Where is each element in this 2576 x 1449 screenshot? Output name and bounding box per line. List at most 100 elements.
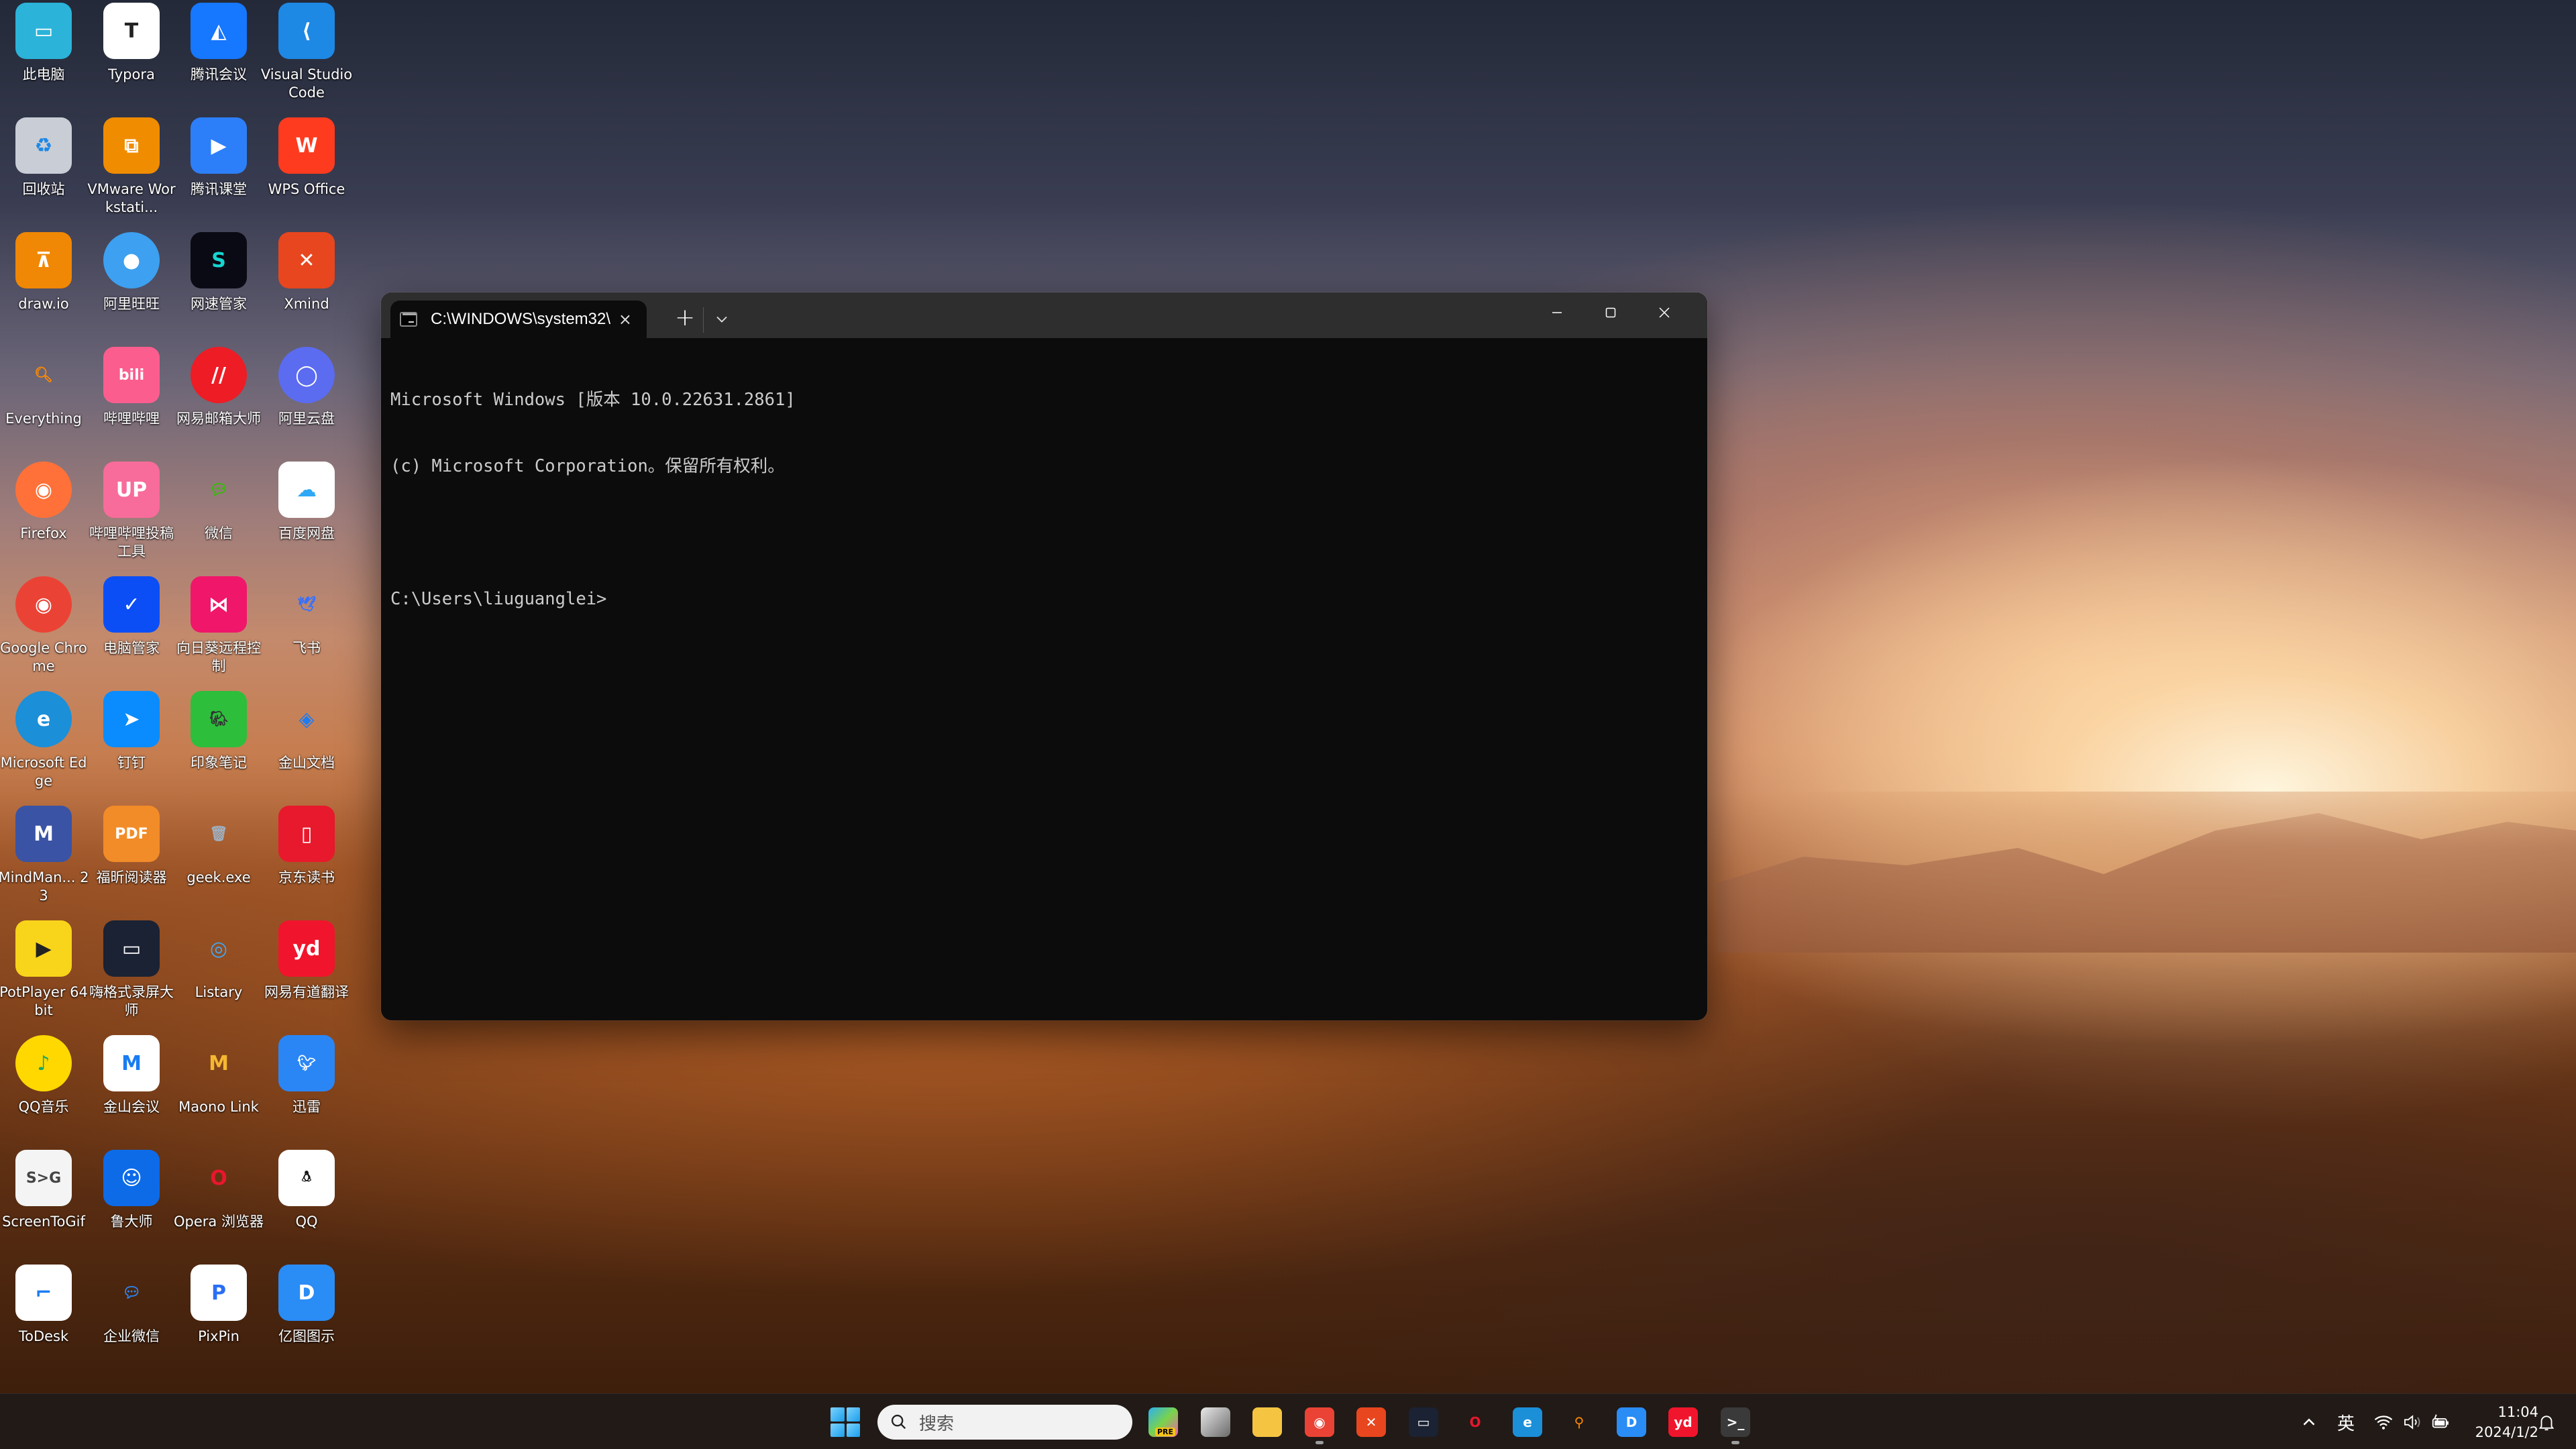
desktop-icon[interactable]: ♪ QQ音乐 [0,1035,87,1116]
taskbar-search-input[interactable]: 搜索 [877,1405,1132,1440]
vscode-icon: ⟨ [278,3,335,59]
tab-close-button[interactable]: × [619,310,632,329]
everything-icon[interactable]: ⚲ [1564,1407,1594,1437]
desktop-icon[interactable]: 💬︎ 企业微信 [88,1265,175,1346]
desktop-icon-label: QQ [295,1214,318,1230]
screentogif-icon: S>G [15,1150,72,1206]
desktop-icon[interactable]: M 金山会议 [88,1035,175,1116]
desktop-icon[interactable]: PDF 福昕阅读器 [88,806,175,887]
edraw-icon[interactable]: D [1617,1407,1646,1437]
desktop-icon[interactable]: 🕊︎ 飞书 [263,576,350,657]
desktop-icon[interactable]: ✓ 电脑管家 [88,576,175,657]
desktop-icon[interactable]: 🐧︎ QQ [263,1150,350,1231]
xmind-icon[interactable]: ✕ [1356,1407,1386,1437]
maximize-button[interactable] [1584,292,1638,333]
task-view-icon[interactable] [1201,1407,1230,1437]
desktop-icon-label: Maono Link [178,1099,259,1115]
start-button[interactable] [830,1407,860,1437]
new-tab-button[interactable]: + [675,303,695,333]
desktop-icon-label: Google Chrome [0,640,87,674]
volume-icon[interactable] [2399,1407,2424,1437]
desktop-icon[interactable]: ⧉ VMware Workstati... [87,117,176,217]
desktop-icon[interactable]: ▭ 嗨格式录屏大师 [88,920,175,1020]
desktop-icon[interactable]: ⟨ Visual Studio Code [261,3,352,102]
desktop-icon[interactable]: ⌐ ToDesk [0,1265,87,1346]
terminal-output[interactable]: Microsoft Windows [版本 10.0.22631.2861] (… [381,338,1707,661]
desktop-icon[interactable]: ▯ 京东读书 [263,806,350,887]
notification-bell-icon[interactable] [2533,1407,2560,1437]
system-clock[interactable]: 11:04 2024/1/2 [2463,1402,2538,1442]
desktop-icon[interactable]: ◭ 腾讯会议 [175,3,262,84]
desktop-icon[interactable]: O Opera 浏览器 [174,1150,264,1231]
desktop-icon[interactable]: ✕ Xmind [263,232,350,313]
desktop-icon[interactable]: ▶ PotPlayer 64 bit [0,920,88,1020]
recycle-bin-icon: ♻ [15,117,72,174]
ime-indicator[interactable]: 英 [2329,1407,2363,1437]
terminal-prompt[interactable]: C:\Users\liuguanglei> [390,588,1698,610]
youdao-icon: yd [278,920,335,977]
desktop-icon-label: 亿图图示 [278,1328,335,1344]
desktop-icon[interactable]: bili 哔哩哔哩 [88,347,175,428]
desktop-icon[interactable]: ◈ 金山文档 [263,691,350,772]
desktop-icon[interactable]: 🔍︎ Everything [0,347,87,428]
desktop-icon[interactable]: UP 哔哩哔哩投稿工具 [88,462,175,561]
desktop-icon[interactable]: ◉ Firefox [0,462,87,543]
windows-logo-pane [830,1407,845,1421]
desktop-icon-label: 此电脑 [22,66,65,83]
desktop-icon[interactable]: ◎ Listary [175,920,262,1002]
search-icon [891,1414,906,1430]
desktop-icon[interactable]: 🐦︎ 迅雷 [263,1035,350,1116]
edge-icon[interactable]: e [1513,1407,1542,1437]
desktop-icon[interactable]: M MindMan... 23 [0,806,89,905]
desktop-icon[interactable]: ● 阿里旺旺 [88,232,175,313]
minimize-button[interactable] [1530,292,1584,333]
desktop-icon-label: Firefox [20,525,67,541]
desktop-icon[interactable]: T Typora [88,3,175,84]
desktop-icon[interactable]: 🗑︎ geek.exe [175,806,262,887]
desktop-icon[interactable]: ⋈ 向日葵远程控制 [175,576,262,676]
terminal-tab-active[interactable]: C:\WINDOWS\system32\ × [390,301,647,338]
desktop-icon[interactable]: D 亿图图示 [263,1265,350,1346]
desktop-icon[interactable]: ▶ 腾讯课堂 [175,117,262,199]
screen-recorder-icon[interactable]: ▭ [1409,1407,1438,1437]
desktop-icon[interactable]: ☁ 百度网盘 [263,462,350,543]
desktop-icon[interactable]: ⊼ draw.io [0,232,87,313]
desktop-icon[interactable]: ♻ 回收站 [0,117,87,199]
tencent-classroom-icon: ▶ [191,117,247,174]
desktop-icon[interactable]: 💬︎ 微信 [175,462,262,543]
chevron-down-icon[interactable] [712,310,731,329]
desktop-icon-label: Typora [108,66,155,83]
desktop-icon[interactable]: W WPS Office [263,117,350,199]
desktop-icon-label: Everything [5,411,82,427]
chrome-icon: ◉ [15,576,72,633]
chrome-icon[interactable]: ◉ [1305,1407,1334,1437]
terminal-titlebar[interactable]: C:\WINDOWS\system32\ × + [381,292,1707,338]
battery-charging-icon[interactable] [2427,1407,2454,1437]
wifi-icon[interactable] [2371,1407,2396,1437]
desktop-icon[interactable]: e Microsoft Edge [0,691,87,790]
everything-icon: 🔍︎ [34,366,53,384]
desktop-icon[interactable]: ▭ 此电脑 [0,3,87,84]
desktop-icon[interactable]: ◉ Google Chrome [0,576,87,676]
desktop-icon[interactable]: 🐘︎ 印象笔记 [175,691,262,772]
show-hidden-icons-button[interactable] [2297,1407,2321,1437]
desktop-icon[interactable]: ◯ 阿里云盘 [263,347,350,428]
desktop-icon-label: VMware Workstati... [87,181,176,215]
terminal-icon[interactable]: >_ [1721,1407,1750,1437]
desktop-icon[interactable]: P PixPin [175,1265,262,1346]
desktop-icon[interactable]: S>G ScreenToGif [0,1150,87,1231]
desktop-icon[interactable]: ☺ 鲁大师 [88,1150,175,1231]
desktop-icon[interactable]: yd 网易有道翻译 [263,920,350,1002]
file-explorer-icon[interactable] [1252,1407,1282,1437]
youdao-icon[interactable]: yd [1668,1407,1698,1437]
vmware-icon: ⧉ [103,117,160,174]
close-button[interactable] [1638,292,1691,333]
desktop-icon[interactable]: ➤ 钉钉 [88,691,175,772]
aliwangwang-icon: ● [103,232,160,288]
desktop-icon[interactable]: // 网易邮箱大师 [175,347,262,428]
desktop-icon[interactable]: S 网速管家 [175,232,262,313]
terminal-window[interactable]: C:\WINDOWS\system32\ × + Microsoft Windo… [381,292,1707,1020]
opera-icon[interactable]: O [1460,1407,1490,1437]
desktop-icon[interactable]: M Maono Link [175,1035,262,1116]
desktop-icon-label: 电脑管家 [103,640,160,656]
